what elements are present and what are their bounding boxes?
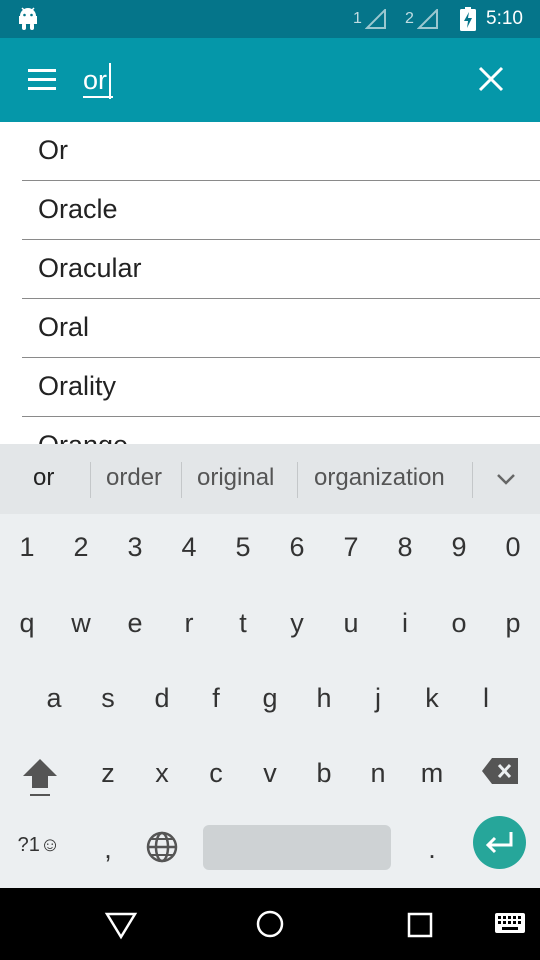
divider (90, 462, 91, 498)
backspace-icon[interactable] (480, 756, 520, 788)
keyboard-suggestion[interactable]: original (197, 464, 274, 492)
key[interactable]: 8 (378, 532, 432, 563)
chevron-down-icon[interactable] (490, 466, 522, 492)
key[interactable]: 7 (324, 532, 378, 563)
app-bar (0, 38, 540, 122)
shift-icon[interactable] (20, 756, 60, 800)
key[interactable]: b (297, 758, 351, 789)
key[interactable]: p (486, 608, 540, 639)
comma-key[interactable]: , (81, 834, 135, 865)
list-item[interactable]: Oral (22, 299, 540, 358)
list-item-label: Orality (38, 371, 117, 401)
list-item[interactable]: Oracle (22, 181, 540, 240)
android-icon (19, 7, 37, 30)
list-item[interactable]: Orality (22, 358, 540, 417)
divider (472, 462, 473, 498)
text-caret (109, 63, 111, 99)
key[interactable]: q (0, 608, 54, 639)
keyboard-suggestion[interactable]: organization (314, 464, 445, 492)
key[interactable]: 1 (0, 532, 54, 563)
key[interactable]: v (243, 758, 297, 789)
key[interactable]: 0 (486, 532, 540, 563)
menu-button[interactable] (22, 62, 62, 98)
navigation-bar (0, 888, 540, 960)
key[interactable]: y (270, 608, 324, 639)
key[interactable]: k (405, 683, 459, 714)
close-icon[interactable] (470, 58, 514, 102)
sim2-signal: 2 (405, 9, 449, 29)
key[interactable]: 4 (162, 532, 216, 563)
key[interactable]: g (243, 683, 297, 714)
list-item[interactable]: Oracular (22, 240, 540, 299)
back-icon[interactable] (104, 910, 138, 940)
key[interactable]: f (189, 683, 243, 714)
period-key[interactable]: . (405, 834, 459, 865)
key[interactable]: 3 (108, 532, 162, 563)
enter-icon (485, 832, 513, 854)
key[interactable]: 6 (270, 532, 324, 563)
key[interactable]: c (189, 758, 243, 789)
key[interactable]: h (297, 683, 351, 714)
key[interactable]: n (351, 758, 405, 789)
divider (181, 462, 182, 498)
keyboard-suggestion[interactable]: order (106, 464, 162, 492)
key[interactable]: m (405, 758, 459, 789)
list-item-label: Oral (38, 312, 90, 342)
key[interactable]: d (135, 683, 189, 714)
key[interactable]: r (162, 608, 216, 639)
status-bar: 1 2 5:10 (0, 0, 540, 38)
keyboard: or order original organization 1 2 3 4 5… (0, 444, 540, 888)
enter-button[interactable] (473, 816, 526, 869)
keyboard-suggestion[interactable]: or (33, 464, 54, 492)
key[interactable]: a (27, 683, 81, 714)
list-item-label: Oracular (38, 253, 142, 283)
key[interactable]: e (108, 608, 162, 639)
key[interactable]: z (81, 758, 135, 789)
key[interactable]: 2 (54, 532, 108, 563)
key[interactable]: o (432, 608, 486, 639)
key[interactable]: s (81, 683, 135, 714)
recents-icon[interactable] (406, 911, 434, 939)
list-item-label: Or (38, 135, 68, 165)
menu-icon-line (28, 69, 56, 72)
symbols-key[interactable]: ?1☺ (12, 834, 66, 857)
globe-icon[interactable] (145, 830, 179, 864)
key[interactable]: w (54, 608, 108, 639)
key[interactable]: j (351, 683, 405, 714)
sim2-label: 2 (405, 10, 414, 27)
home-icon[interactable] (255, 909, 285, 939)
menu-icon-line (28, 78, 56, 81)
list-item[interactable]: Orange (22, 417, 540, 444)
space-bar[interactable] (203, 825, 391, 870)
clock: 5:10 (486, 8, 523, 29)
key[interactable]: l (459, 683, 513, 714)
sim1-label: 1 (353, 10, 362, 27)
signal-icon (365, 9, 386, 29)
key[interactable]: 5 (216, 532, 270, 563)
sim1-signal: 1 (353, 9, 397, 29)
keyboard-icon[interactable] (494, 912, 526, 936)
suggestion-list: Or Oracle Oracular Oral Orality Orange (0, 122, 540, 444)
key[interactable]: i (378, 608, 432, 639)
divider (297, 462, 298, 498)
list-item-label: Orange (38, 430, 128, 444)
search-input[interactable] (83, 60, 443, 100)
key[interactable]: t (216, 608, 270, 639)
suggestion-strip: or order original organization (0, 444, 540, 514)
key[interactable]: 9 (432, 532, 486, 563)
list-item[interactable]: Or (22, 122, 540, 181)
menu-icon-line (28, 87, 56, 90)
key[interactable]: u (324, 608, 378, 639)
battery-charging-icon (460, 7, 476, 31)
key[interactable]: x (135, 758, 189, 789)
list-item-label: Oracle (38, 194, 118, 224)
signal-icon (417, 9, 438, 29)
